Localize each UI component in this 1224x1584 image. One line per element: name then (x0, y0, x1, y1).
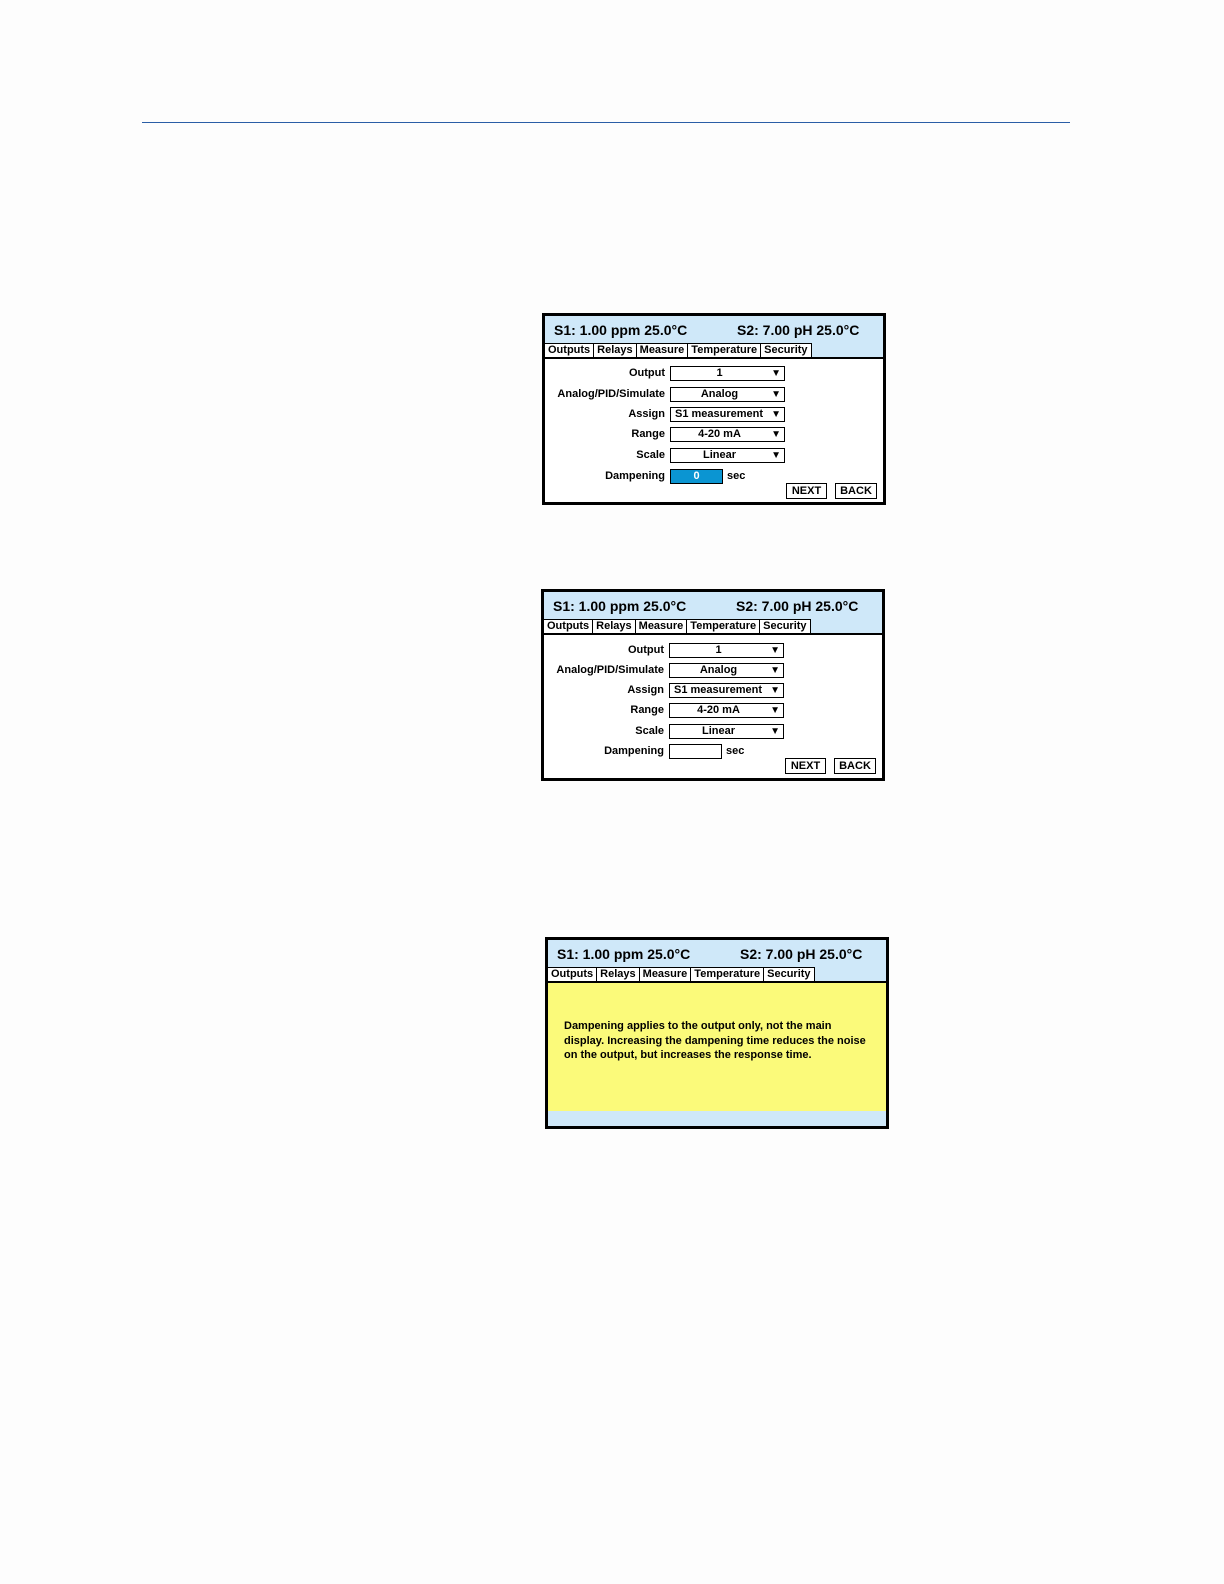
sensor1-readout: S1: 1.00 ppm 25.0°C (554, 322, 688, 338)
assign-dropdown[interactable]: S1 measurement ▼ (670, 407, 785, 422)
scale-dropdown[interactable]: Linear ▼ (670, 448, 785, 463)
tab-relays[interactable]: Relays (593, 619, 636, 633)
sensor1-readout: S1: 1.00 ppm 25.0°C (557, 946, 691, 962)
tab-security[interactable]: Security (761, 343, 812, 357)
dropdown-arrow-icon: ▼ (770, 645, 780, 656)
tab-temperature[interactable]: Temperature (691, 967, 765, 981)
tab-measure[interactable]: Measure (636, 343, 689, 357)
range-label: Range (631, 428, 665, 440)
scale-label: Scale (636, 449, 665, 461)
mode-label: Analog/PID/Simulate (556, 664, 664, 676)
scale-label: Scale (635, 725, 664, 737)
dampening-label: Dampening (605, 470, 665, 482)
status-header: S1: 1.00 ppm 25.0°C S2: 7.00 pH 25.0°C O… (548, 940, 886, 983)
tab-security[interactable]: Security (760, 619, 811, 633)
tab-temperature[interactable]: Temperature (688, 343, 762, 357)
dampening-unit: sec (726, 745, 745, 757)
output-config-screen-selected: S1: 1.00 ppm 25.0°C S2: 7.00 pH 25.0°C O… (542, 313, 886, 505)
dropdown-arrow-icon: ▼ (770, 705, 780, 716)
dropdown-arrow-icon: ▼ (771, 409, 781, 420)
range-label: Range (630, 704, 664, 716)
sensor1-readout: S1: 1.00 ppm 25.0°C (553, 598, 687, 614)
tab-temperature[interactable]: Temperature (687, 619, 761, 633)
dampening-label: Dampening (604, 745, 664, 757)
range-dropdown[interactable]: 4-20 mA ▼ (670, 427, 785, 442)
dropdown-arrow-icon: ▼ (770, 685, 780, 696)
dampening-input[interactable] (669, 744, 722, 759)
dampening-unit: sec (727, 470, 746, 482)
assign-label: Assign (627, 684, 664, 696)
output-dropdown[interactable]: 1 ▼ (670, 366, 785, 381)
tab-measure[interactable]: Measure (635, 619, 688, 633)
next-button[interactable]: NEXT (785, 758, 826, 774)
status-header: S1: 1.00 ppm 25.0°C S2: 7.00 pH 25.0°C O… (544, 592, 882, 635)
dropdown-arrow-icon: ▼ (770, 726, 780, 737)
output-dropdown[interactable]: 1 ▼ (669, 643, 784, 658)
tab-relays[interactable]: Relays (597, 967, 640, 981)
page-divider (142, 122, 1070, 123)
scale-dropdown[interactable]: Linear ▼ (669, 724, 784, 739)
tab-security[interactable]: Security (764, 967, 815, 981)
dropdown-arrow-icon: ▼ (771, 450, 781, 461)
dropdown-arrow-icon: ▼ (771, 368, 781, 379)
assign-dropdown[interactable]: S1 measurement ▼ (669, 683, 784, 698)
footer-bar (548, 1111, 886, 1126)
tab-outputs[interactable]: Outputs (544, 619, 594, 633)
tab-outputs[interactable]: Outputs (548, 967, 598, 981)
help-text: Dampening applies to the output only, no… (564, 1020, 866, 1061)
next-button[interactable]: NEXT (786, 483, 827, 499)
mode-dropdown[interactable]: Analog ▼ (670, 387, 785, 402)
status-header: S1: 1.00 ppm 25.0°C S2: 7.00 pH 25.0°C O… (545, 316, 883, 359)
tab-bar: Outputs Relays Measure Temperature Secur… (544, 619, 811, 633)
tab-bar: Outputs Relays Measure Temperature Secur… (545, 343, 812, 357)
help-panel: Dampening applies to the output only, no… (548, 983, 886, 1111)
range-dropdown[interactable]: 4-20 mA ▼ (669, 703, 784, 718)
dropdown-arrow-icon: ▼ (771, 389, 781, 400)
sensor2-readout: S2: 7.00 pH 25.0°C (740, 946, 863, 962)
dampening-help-screen: S1: 1.00 ppm 25.0°C S2: 7.00 pH 25.0°C O… (545, 937, 889, 1129)
dropdown-arrow-icon: ▼ (770, 665, 780, 676)
assign-label: Assign (628, 408, 665, 420)
mode-label: Analog/PID/Simulate (557, 388, 665, 400)
tab-relays[interactable]: Relays (594, 343, 637, 357)
tab-measure[interactable]: Measure (639, 967, 692, 981)
dropdown-arrow-icon: ▼ (771, 429, 781, 440)
output-label: Output (627, 644, 664, 656)
dampening-input[interactable]: 0 (670, 469, 723, 484)
tab-bar: Outputs Relays Measure Temperature Secur… (548, 967, 815, 981)
output-config-screen-edit: S1: 1.00 ppm 25.0°C S2: 7.00 pH 25.0°C O… (541, 589, 885, 781)
back-button[interactable]: BACK (834, 758, 876, 774)
sensor2-readout: S2: 7.00 pH 25.0°C (737, 322, 860, 338)
sensor2-readout: S2: 7.00 pH 25.0°C (736, 598, 859, 614)
mode-dropdown[interactable]: Analog ▼ (669, 663, 784, 678)
tab-outputs[interactable]: Outputs (545, 343, 595, 357)
output-label: Output (628, 367, 665, 379)
back-button[interactable]: BACK (835, 483, 877, 499)
